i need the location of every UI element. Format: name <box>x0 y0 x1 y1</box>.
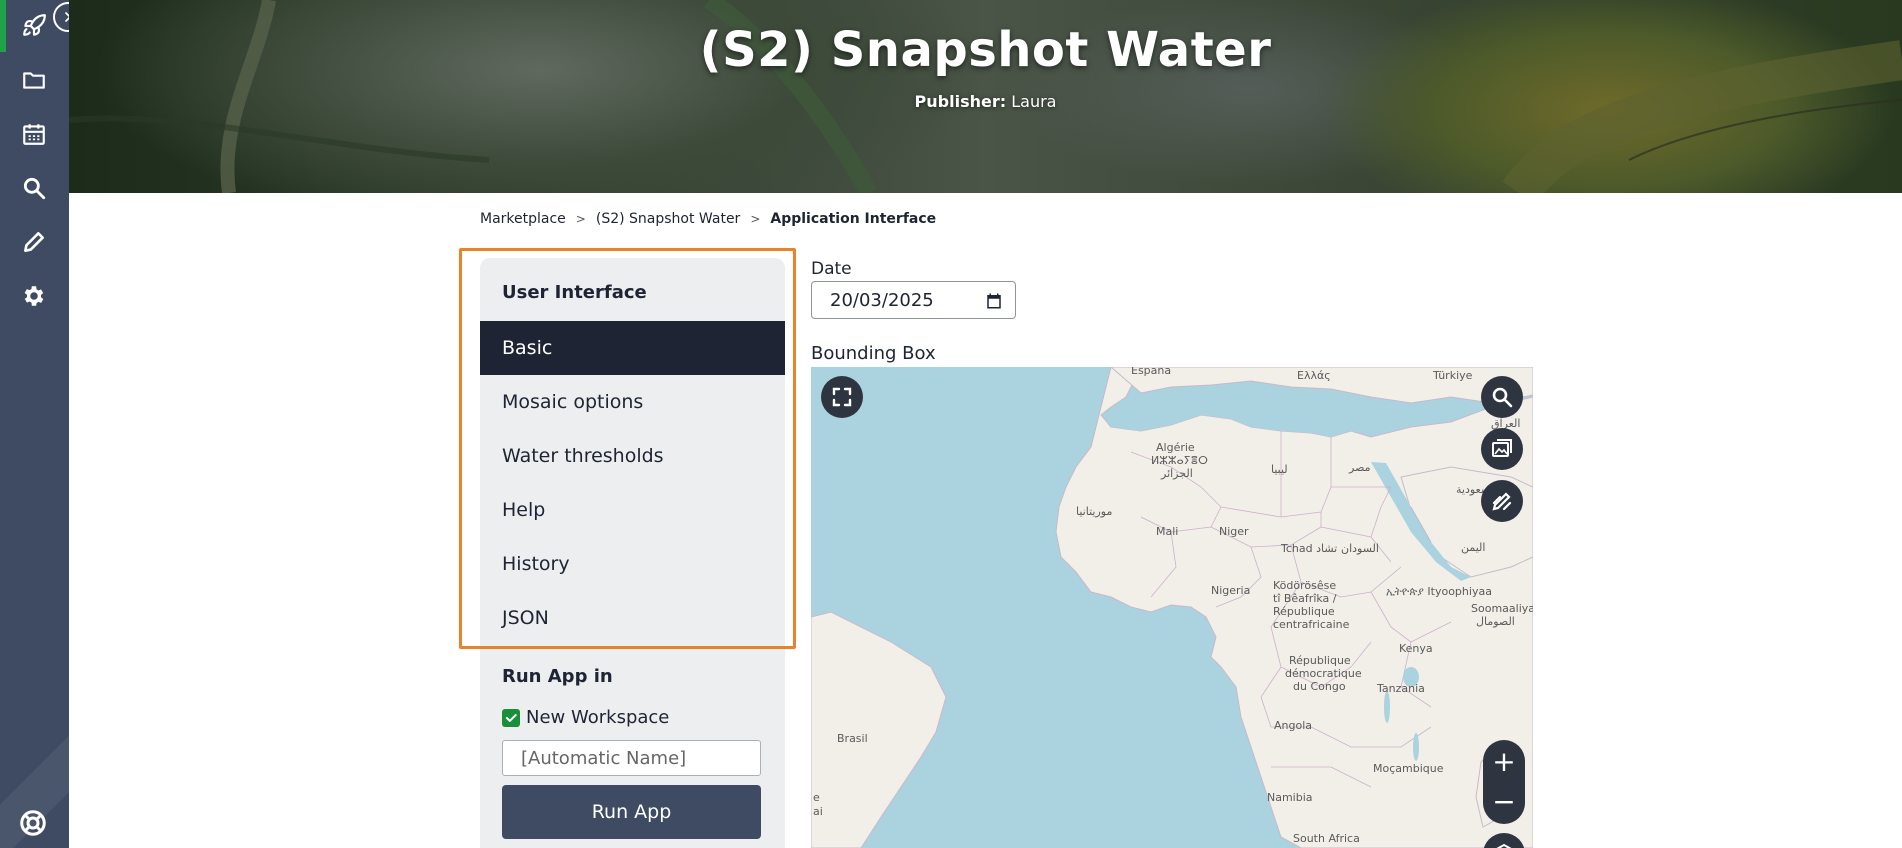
menu-item-history[interactable]: History <box>480 537 785 591</box>
map-label: الصومال <box>1476 615 1515 628</box>
menu-item-water-thresholds[interactable]: Water thresholds <box>480 429 785 483</box>
panel-heading: User Interface <box>502 282 647 303</box>
map-label: Niger <box>1219 525 1249 538</box>
map-label: مصر <box>1349 461 1371 474</box>
publisher-line: Publisher: Laura <box>69 92 1902 111</box>
workspace-name-input[interactable] <box>502 740 761 776</box>
map-label: Tchad تشاد <box>1281 542 1338 555</box>
gear-icon[interactable] <box>14 276 54 316</box>
calendar-icon[interactable] <box>14 114 54 154</box>
calendar-picker-icon[interactable] <box>985 292 1003 310</box>
map-label: موريتانيا <box>1076 505 1113 518</box>
pencil-icon[interactable] <box>14 222 54 262</box>
breadcrumb-separator: > <box>750 212 761 226</box>
draw-icon[interactable] <box>1481 480 1523 522</box>
publisher-name: Laura <box>1011 92 1057 111</box>
map-label: démocratique <box>1285 667 1362 680</box>
menu-item-help[interactable]: Help <box>480 483 785 537</box>
new-workspace-row[interactable]: New Workspace <box>502 707 669 728</box>
breadcrumb-marketplace[interactable]: Marketplace <box>480 211 566 227</box>
run-app-heading: Run App in <box>502 666 613 687</box>
folder-icon[interactable] <box>14 60 54 100</box>
lifebuoy-icon[interactable] <box>18 808 48 838</box>
map-label: tî Bêafrîka / <box>1273 592 1337 605</box>
map-label: Namibia <box>1267 791 1313 804</box>
map-label: السودان <box>1341 542 1379 555</box>
date-input[interactable]: 20/03/2025 <box>811 281 1016 319</box>
map-label: Algérie <box>1156 441 1195 454</box>
map-label: Tanzania <box>1377 682 1425 695</box>
left-rail <box>0 0 83 848</box>
breadcrumb-app[interactable]: (S2) Snapshot Water <box>596 211 740 227</box>
map-search-icon[interactable] <box>1481 376 1523 418</box>
map-label: centrafricaine <box>1273 618 1350 631</box>
publisher-label: Publisher: <box>914 92 1007 111</box>
map-label: Ελλάς <box>1297 369 1331 382</box>
map-label: République <box>1289 654 1351 667</box>
map-label: Moçambique <box>1373 762 1444 775</box>
zoom-out-button[interactable]: − <box>1483 780 1525 822</box>
menu-item-json[interactable]: JSON <box>480 591 785 645</box>
fullscreen-icon[interactable] <box>821 376 863 418</box>
map-label: du Congo <box>1293 680 1346 693</box>
map-label: Mali <box>1156 525 1179 538</box>
map-label: ኢትዮጵያ Ityoophiyaa <box>1386 585 1492 598</box>
new-workspace-checkbox[interactable] <box>502 708 520 727</box>
run-app-button[interactable]: Run App <box>502 785 761 839</box>
breadcrumb-current: Application Interface <box>770 211 937 227</box>
search-icon[interactable] <box>14 168 54 208</box>
new-workspace-label: New Workspace <box>526 707 670 728</box>
date-label: Date <box>811 259 852 279</box>
bounding-box-label: Bounding Box <box>811 343 936 364</box>
image-layer-icon[interactable] <box>1481 428 1523 470</box>
active-indicator <box>0 0 6 52</box>
map-label: e <box>813 791 820 804</box>
map-label: Ködörösêse <box>1273 579 1337 592</box>
map-label: España <box>1131 367 1172 377</box>
map-label: ليبيا <box>1271 463 1288 476</box>
map-label: Soomaaliya <box>1471 602 1533 615</box>
map-label: Nigeria <box>1211 584 1251 597</box>
map-label: République <box>1273 605 1335 618</box>
map-label: الجزائر <box>1161 467 1193 480</box>
page-title: (S2) Snapshot Water <box>699 22 1272 78</box>
menu-item-basic[interactable]: Basic <box>480 321 785 375</box>
map-label: ai <box>813 805 823 818</box>
map-tiles <box>811 367 1533 848</box>
zoom-control: + − <box>1483 740 1525 824</box>
bounding-box-map[interactable]: España Ελλάς Türkiye العراق Algérie ⵍⵣⵣⴰ… <box>811 367 1533 848</box>
rocket-icon[interactable] <box>14 6 54 46</box>
date-value: 20/03/2025 <box>830 289 934 311</box>
hero-banner: (S2) Snapshot Water Publisher: Laura <box>69 0 1902 193</box>
map-label: Kenya <box>1399 642 1433 655</box>
map-label: South Africa <box>1293 832 1360 845</box>
breadcrumb-separator: > <box>575 212 586 226</box>
map-label: اليمن <box>1461 541 1486 554</box>
map-label: Brasil <box>837 732 868 745</box>
map-label: Türkiye <box>1433 369 1473 382</box>
zoom-in-button[interactable]: + <box>1483 740 1525 782</box>
breadcrumb: Marketplace > (S2) Snapshot Water > Appl… <box>480 211 936 227</box>
map-label: Angola <box>1274 719 1313 732</box>
map-label: ⵍⵣⵣⴰⵢⴻⵔ <box>1151 454 1208 467</box>
menu-item-mosaic-options[interactable]: Mosaic options <box>480 375 785 429</box>
